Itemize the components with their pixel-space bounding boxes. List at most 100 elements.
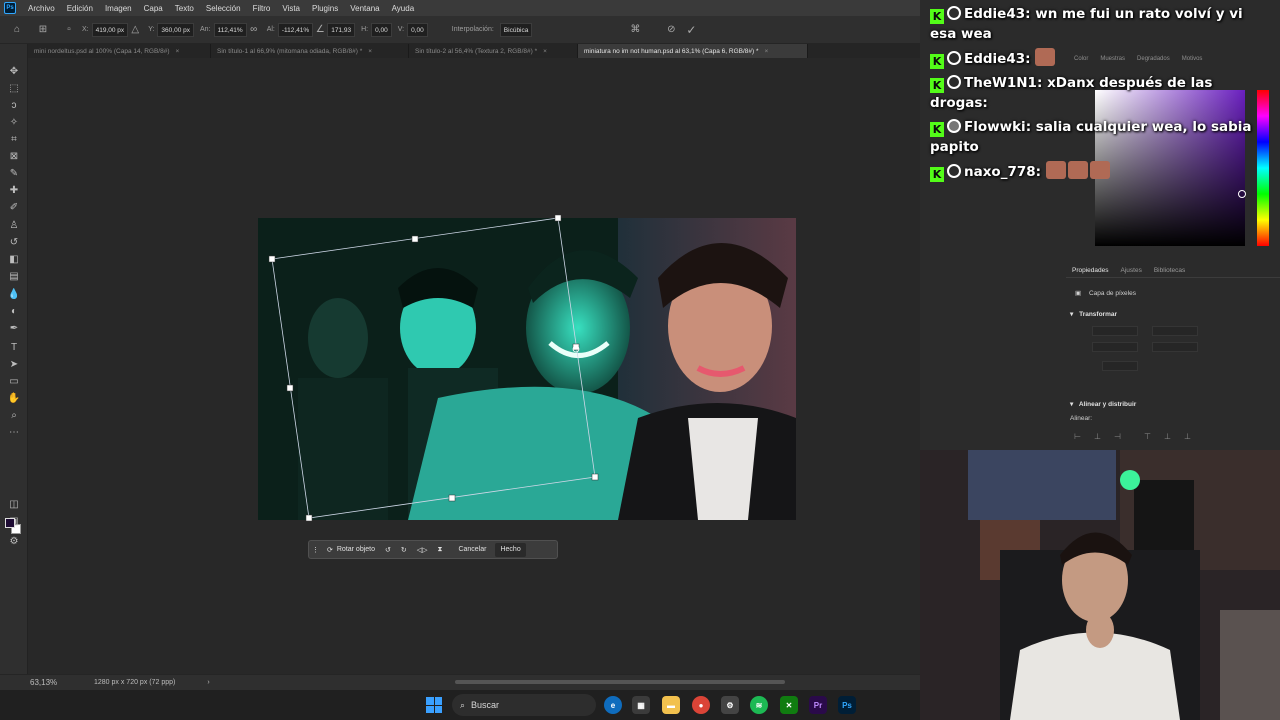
- hand-tool-icon[interactable]: ✋: [6, 391, 22, 405]
- gradient-tool-icon[interactable]: ▤: [6, 269, 22, 283]
- align-middle-v-icon[interactable]: ⊥: [1164, 432, 1174, 442]
- document-canvas[interactable]: [258, 218, 796, 520]
- document-info[interactable]: 1280 px x 720 px (72 ppp): [94, 679, 175, 686]
- quick-mask-icon[interactable]: ◫: [6, 497, 22, 511]
- history-brush-tool-icon[interactable]: ↺: [6, 235, 22, 249]
- thumbnail-artwork: [258, 218, 796, 520]
- menu-seleccion[interactable]: Selección: [200, 4, 247, 13]
- y-field[interactable]: 360,00 px: [157, 22, 194, 37]
- rotate-object-button[interactable]: ⟳ Rotar objeto: [322, 541, 380, 558]
- tab-mini-nordeltus[interactable]: mini nordeltus.psd al 100% (Capa 14, RGB…: [28, 44, 211, 58]
- close-icon[interactable]: ×: [543, 48, 547, 55]
- align-center-h-icon[interactable]: ⊥: [1094, 432, 1104, 442]
- photoshop-logo-icon[interactable]: Ps: [4, 2, 16, 14]
- tool-preset-icon[interactable]: ⊞: [36, 23, 50, 37]
- close-icon[interactable]: ×: [765, 48, 769, 55]
- zoom-level[interactable]: 63,13%: [0, 678, 82, 687]
- align-section[interactable]: ▾ Alinear y distribuir: [1070, 400, 1136, 408]
- width-prop-field: [1092, 326, 1138, 336]
- horizontal-scrollbar[interactable]: [455, 680, 785, 684]
- rotate-left-icon[interactable]: ↺: [380, 541, 396, 558]
- frame-tool-icon[interactable]: ⊠: [6, 149, 22, 163]
- tab-adjustments[interactable]: Ajustes: [1115, 264, 1148, 277]
- files-icon[interactable]: ▬: [662, 696, 680, 714]
- home-icon[interactable]: ⌂: [10, 23, 24, 37]
- menu-capa[interactable]: Capa: [138, 4, 169, 13]
- edge-icon[interactable]: e: [604, 696, 622, 714]
- type-tool-icon[interactable]: T: [6, 340, 22, 354]
- vskew-field[interactable]: 0,00: [407, 22, 428, 37]
- reference-point-icon[interactable]: ▫: [62, 23, 76, 37]
- menu-ayuda[interactable]: Ayuda: [386, 4, 421, 13]
- path-selection-tool-icon[interactable]: ➤: [6, 357, 22, 371]
- warp-icon[interactable]: ⌘: [628, 23, 642, 37]
- eyedropper-tool-icon[interactable]: ✎: [6, 166, 22, 180]
- done-button[interactable]: Hecho: [495, 542, 526, 557]
- xbox-icon[interactable]: ✕: [780, 696, 798, 714]
- marquee-tool-icon[interactable]: ⬚: [6, 81, 22, 95]
- width-field[interactable]: 112,41%: [213, 22, 247, 37]
- interpolation-select[interactable]: Bicúbica: [499, 22, 533, 37]
- healing-brush-tool-icon[interactable]: ✚: [6, 183, 22, 197]
- x-field[interactable]: 419,00 px: [91, 22, 129, 37]
- lasso-tool-icon[interactable]: ↄ: [6, 98, 22, 112]
- align-right-icon[interactable]: ⊣: [1114, 432, 1124, 442]
- tab-sin-titulo-1[interactable]: Sin título-1 al 66,9% (mitomana odiada, …: [211, 44, 409, 58]
- cancel-button[interactable]: Cancelar: [453, 541, 491, 558]
- link-icon[interactable]: ∞: [247, 23, 261, 37]
- magic-wand-tool-icon[interactable]: ✧: [6, 115, 22, 129]
- dodge-tool-icon[interactable]: ◐: [6, 304, 22, 318]
- transform-section[interactable]: ▾ Transformar: [1070, 310, 1117, 318]
- hskew-field[interactable]: 0,00: [371, 22, 392, 37]
- close-icon[interactable]: ×: [176, 48, 180, 55]
- align-bottom-icon[interactable]: ⊥: [1184, 432, 1194, 442]
- spotify-icon[interactable]: ≋: [750, 696, 768, 714]
- taskbar-search[interactable]: ⌕ Buscar: [452, 694, 596, 716]
- align-top-icon[interactable]: ⊤: [1144, 432, 1154, 442]
- rotate-right-icon[interactable]: ↻: [396, 541, 412, 558]
- photoshop-icon[interactable]: Ps: [838, 696, 856, 714]
- windows-start-icon[interactable]: [426, 697, 442, 713]
- chevron-right-icon[interactable]: ›: [207, 679, 209, 686]
- menu-texto[interactable]: Texto: [169, 4, 200, 13]
- tab-sin-titulo-2[interactable]: Sin título-2 al 56,4% (Textura 2, RGB/8#…: [409, 44, 578, 58]
- eraser-tool-icon[interactable]: ◧: [6, 252, 22, 266]
- foreground-color-swatch[interactable]: [5, 518, 15, 528]
- tab-properties[interactable]: Propiedades: [1066, 264, 1115, 277]
- menu-ventana[interactable]: Ventana: [344, 4, 385, 13]
- move-tool-icon[interactable]: ✥: [6, 64, 22, 78]
- commit-transform-icon[interactable]: ✓: [684, 23, 698, 37]
- premiere-icon[interactable]: Pr: [809, 696, 827, 714]
- rectangle-tool-icon[interactable]: ▭: [6, 374, 22, 388]
- flip-vertical-icon[interactable]: ⧗: [433, 541, 448, 558]
- menu-vista[interactable]: Vista: [276, 4, 306, 13]
- rotate-field[interactable]: 171,93: [327, 22, 356, 37]
- clone-stamp-tool-icon[interactable]: ♙: [6, 218, 22, 232]
- align-left-icon[interactable]: ⊢: [1074, 432, 1084, 442]
- menu-edicion[interactable]: Edición: [61, 4, 99, 13]
- flip-horizontal-icon[interactable]: ◁▷: [412, 541, 433, 558]
- more-tools-icon[interactable]: ⋯: [6, 425, 22, 439]
- menu-archivo[interactable]: Archivo: [22, 4, 61, 13]
- menu-imagen[interactable]: Imagen: [99, 4, 138, 13]
- menu-plugins[interactable]: Plugins: [306, 4, 344, 13]
- extras-icon[interactable]: ⚙: [6, 534, 22, 548]
- settings-icon[interactable]: ⚙: [721, 696, 739, 714]
- blur-tool-icon[interactable]: 💧: [6, 287, 22, 301]
- tab-libraries[interactable]: Bibliotecas: [1148, 264, 1191, 277]
- status-bar: 63,13% 1280 px x 720 px (72 ppp) ›: [0, 674, 920, 690]
- cancel-transform-icon[interactable]: ⊘: [664, 23, 678, 37]
- chrome-icon[interactable]: ●: [692, 696, 710, 714]
- color-picker-cursor[interactable]: [1238, 190, 1246, 198]
- close-icon[interactable]: ×: [368, 48, 372, 55]
- crop-tool-icon[interactable]: ⌗: [6, 132, 22, 146]
- store-icon[interactable]: ▦: [632, 696, 650, 714]
- zoom-tool-icon[interactable]: ⌕: [6, 408, 22, 422]
- brush-tool-icon[interactable]: ✐: [6, 200, 22, 214]
- tab-miniatura[interactable]: miniatura no im not human.psd al 63,1% (…: [578, 44, 808, 58]
- drag-handle-icon[interactable]: ⋮: [309, 541, 322, 558]
- pen-tool-icon[interactable]: ✒: [6, 321, 22, 335]
- height-field[interactable]: -112,41%: [277, 22, 314, 37]
- delta-icon[interactable]: △: [128, 23, 142, 37]
- menu-filtro[interactable]: Filtro: [247, 4, 277, 13]
